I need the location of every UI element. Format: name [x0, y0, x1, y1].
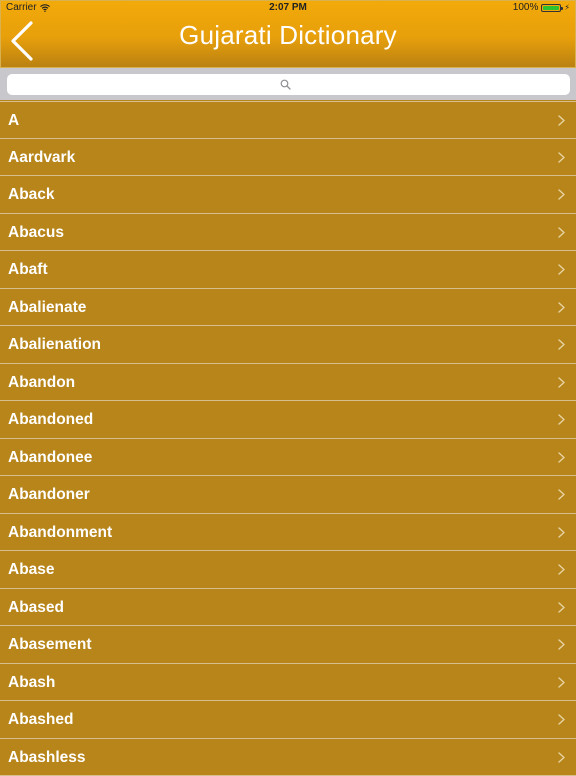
- page-title: Gujarati Dictionary: [0, 16, 576, 54]
- list-item[interactable]: Aback: [0, 176, 576, 214]
- chevron-right-icon: [558, 489, 565, 500]
- header: Carrier 2:07 PM 100% ⚡ Gujarati Dictiona…: [0, 0, 576, 68]
- list-item[interactable]: Abacus: [0, 214, 576, 252]
- list-item-label: Abased: [8, 589, 64, 626]
- battery-group: 100% ⚡: [513, 2, 570, 13]
- chevron-right-icon: [558, 264, 565, 275]
- chevron-right-icon: [558, 677, 565, 688]
- chevron-right-icon: [558, 714, 565, 725]
- chevron-right-icon: [558, 527, 565, 538]
- chevron-right-icon: [558, 339, 565, 350]
- charging-bolt-icon: ⚡: [564, 4, 570, 12]
- battery-level: [543, 6, 559, 10]
- navigation-bar: Gujarati Dictionary: [0, 16, 576, 68]
- list-item-label: Abaft: [8, 251, 48, 288]
- list-item[interactable]: Abandoned: [0, 401, 576, 439]
- list-item-label: Abandoner: [8, 476, 90, 513]
- status-time: 2:07 PM: [0, 2, 576, 13]
- list-item[interactable]: Abasement: [0, 626, 576, 664]
- list-item-label: A: [8, 102, 19, 139]
- list-item[interactable]: Abandoner: [0, 476, 576, 514]
- chevron-right-icon: [558, 414, 565, 425]
- list-item-label: Abalienation: [8, 326, 101, 363]
- list-item-label: Abashless: [8, 739, 86, 776]
- chevron-right-icon: [558, 602, 565, 613]
- list-item[interactable]: Abashed: [0, 701, 576, 739]
- list-item[interactable]: Abashless: [0, 739, 576, 776]
- chevron-right-icon: [558, 564, 565, 575]
- word-list: A Aardvark Aback Abacus Abaft Abalienate…: [0, 101, 576, 776]
- list-item-label: Abasement: [8, 626, 92, 663]
- list-item[interactable]: Aardvark: [0, 139, 576, 177]
- list-item-label: Aback: [8, 176, 55, 213]
- chevron-right-icon: [558, 115, 565, 126]
- list-item-label: Abacus: [8, 214, 64, 251]
- list-item[interactable]: Abalienation: [0, 326, 576, 364]
- list-item[interactable]: Abase: [0, 551, 576, 589]
- status-bar: Carrier 2:07 PM 100% ⚡: [0, 0, 576, 16]
- chevron-right-icon: [558, 189, 565, 200]
- list-item-label: Abash: [8, 664, 55, 701]
- list-item[interactable]: A: [0, 101, 576, 139]
- chevron-right-icon: [558, 452, 565, 463]
- list-item[interactable]: Abalienate: [0, 289, 576, 327]
- chevron-right-icon: [558, 227, 565, 238]
- chevron-right-icon: [558, 377, 565, 388]
- search-bar: [0, 68, 576, 100]
- list-item-label: Abase: [8, 551, 55, 588]
- list-item-label: Aardvark: [8, 139, 75, 176]
- list-item-label: Abandon: [8, 364, 75, 401]
- list-item-label: Abandonee: [8, 439, 92, 476]
- battery-percent: 100%: [513, 2, 539, 13]
- list-item-label: Abandonment: [8, 514, 112, 551]
- list-item[interactable]: Abandon: [0, 364, 576, 402]
- list-item[interactable]: Abaft: [0, 251, 576, 289]
- chevron-right-icon: [558, 639, 565, 650]
- battery-icon: [541, 4, 561, 12]
- chevron-right-icon: [558, 302, 565, 313]
- search-input[interactable]: [7, 74, 570, 95]
- list-item[interactable]: Abash: [0, 664, 576, 702]
- list-item-label: Abandoned: [8, 401, 93, 438]
- list-item-label: Abashed: [8, 701, 73, 738]
- list-item[interactable]: Abased: [0, 589, 576, 627]
- back-button[interactable]: [0, 16, 44, 66]
- list-item[interactable]: Abandonee: [0, 439, 576, 477]
- chevron-right-icon: [558, 152, 565, 163]
- chevron-right-icon: [558, 752, 565, 763]
- list-item[interactable]: Abandonment: [0, 514, 576, 552]
- list-item-label: Abalienate: [8, 289, 86, 326]
- chevron-left-icon: [9, 21, 35, 61]
